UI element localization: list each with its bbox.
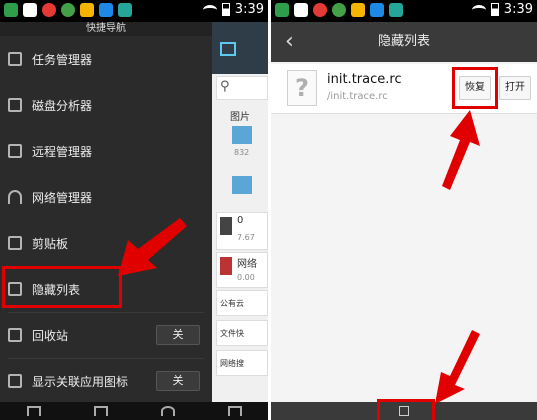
app-notification-icon <box>61 3 75 17</box>
file-manager-peek: ⚲ 图片 832 0 7.67 网络 0.00 公有云 文件快 网络搜 <box>212 22 268 402</box>
file-path: /init.trace.rc <box>327 91 388 102</box>
app-notification-icon <box>370 3 384 17</box>
app-notification-icon <box>99 3 113 17</box>
wifi-icon <box>8 190 22 204</box>
sd-card-icon <box>220 217 232 235</box>
network-label: 网络 <box>237 259 257 270</box>
drawer-item-clipboard[interactable]: 剪贴板 <box>0 220 212 266</box>
file-fast-label: 文件快 <box>220 329 244 338</box>
cloud-icon[interactable] <box>160 406 175 416</box>
drawer-item-disk-analyzer[interactable]: 磁盘分析器 <box>0 82 212 128</box>
show-app-icons-toggle-button[interactable]: 关 <box>156 371 200 391</box>
search-icon: ⚲ <box>220 79 230 94</box>
file-manager-header <box>212 22 268 74</box>
trash-icon <box>8 328 22 342</box>
tools-icon[interactable] <box>227 406 242 416</box>
app-notification-icon <box>351 3 365 17</box>
page-title: 隐藏列表 <box>377 34 430 49</box>
right-phone-screen: 3:39 ‹ 隐藏列表 ? init.trace.rc /init.trace.… <box>271 0 537 420</box>
drawer-item-label: 任务管理器 <box>32 52 93 67</box>
left-phone-screen: 3:39 快捷导航 任务管理器 磁盘分析器 远程管理器 网络管理器 剪贴板 隐藏… <box>0 0 268 420</box>
task-manager-icon <box>8 52 22 66</box>
drawer-item-network-manager[interactable]: 网络管理器 <box>0 174 212 220</box>
drawer-item-recycle-bin: 回收站 关 <box>0 312 212 358</box>
app-notification-icon <box>275 3 289 17</box>
status-time: 3:39 <box>503 2 533 17</box>
notification-icons <box>275 3 403 17</box>
highlight-box <box>377 399 435 420</box>
app-notification-icon <box>313 3 327 17</box>
drawer-item-label: 剪贴板 <box>32 236 69 251</box>
file-fast-item[interactable]: 文件快 <box>216 320 268 346</box>
notification-icons <box>4 3 132 17</box>
bottom-nav-bar <box>0 402 268 420</box>
wifi-icon <box>471 4 486 15</box>
drawer-item-label: 磁盘分析器 <box>32 98 93 113</box>
highlight-box <box>452 67 498 109</box>
disk-analyzer-icon <box>8 98 22 112</box>
drawer-item-show-app-icons: 显示关联应用图标 关 <box>0 358 212 404</box>
drawer-item-task-manager[interactable]: 任务管理器 <box>0 36 212 82</box>
drawer-item-label: 远程管理器 <box>32 144 93 159</box>
navigation-drawer: 任务管理器 磁盘分析器 远程管理器 网络管理器 剪贴板 隐藏列表 回收站 关 显… <box>0 36 212 402</box>
search-bar[interactable]: ⚲ <box>216 76 268 100</box>
battery-icon <box>221 3 230 16</box>
pictures-count: 832 <box>234 148 250 157</box>
link-icon <box>8 374 22 388</box>
drawer-item-remote-manager[interactable]: 远程管理器 <box>0 128 212 174</box>
recycle-bin-toggle-button[interactable]: 关 <box>156 325 200 345</box>
app-notification-icon <box>4 3 18 17</box>
app-notification-icon <box>389 3 403 17</box>
drawer-item-label: 网络管理器 <box>32 190 93 205</box>
status-bar: 3:39 <box>271 0 537 22</box>
remote-manager-icon <box>8 144 22 158</box>
clipboard-icon <box>8 236 22 250</box>
image-notification-icon <box>294 3 308 17</box>
window-icon[interactable] <box>220 42 236 56</box>
public-cloud-item[interactable]: 公有云 <box>216 290 268 316</box>
menu-icon[interactable] <box>26 406 41 416</box>
file-name: init.trace.rc <box>327 72 402 87</box>
wifi-icon <box>202 4 217 15</box>
network-search-label: 网络搜 <box>220 359 244 368</box>
app-notification-icon <box>80 3 94 17</box>
gift-icon[interactable] <box>93 406 108 416</box>
battery-icon <box>490 3 499 16</box>
highlight-box <box>2 266 122 308</box>
network-sub: 0.00 <box>237 273 255 282</box>
list-empty-area <box>271 115 537 402</box>
app-header: ‹ 隐藏列表 <box>271 22 537 62</box>
open-button[interactable]: 打开 <box>499 76 531 100</box>
public-cloud-label: 公有云 <box>220 299 244 308</box>
status-bar: 3:39 <box>0 0 268 22</box>
image-icon[interactable] <box>232 176 252 194</box>
app-notification-icon <box>332 3 346 17</box>
storage-value: 0 <box>237 215 244 226</box>
app-notification-icon <box>42 3 56 17</box>
network-drive-icon <box>220 257 232 275</box>
app-notification-icon <box>118 3 132 17</box>
unknown-file-icon: ? <box>287 70 317 106</box>
storage-sub: 7.67 <box>237 233 255 242</box>
picture-icon[interactable] <box>232 126 252 144</box>
storage-card[interactable]: 0 7.67 <box>216 212 268 250</box>
network-search-item[interactable]: 网络搜 <box>216 350 268 376</box>
pictures-label: 图片 <box>230 112 250 123</box>
network-card[interactable]: 网络 0.00 <box>216 252 268 288</box>
drawer-title: 快捷导航 <box>0 22 212 36</box>
status-time: 3:39 <box>234 2 264 17</box>
image-notification-icon <box>23 3 37 17</box>
